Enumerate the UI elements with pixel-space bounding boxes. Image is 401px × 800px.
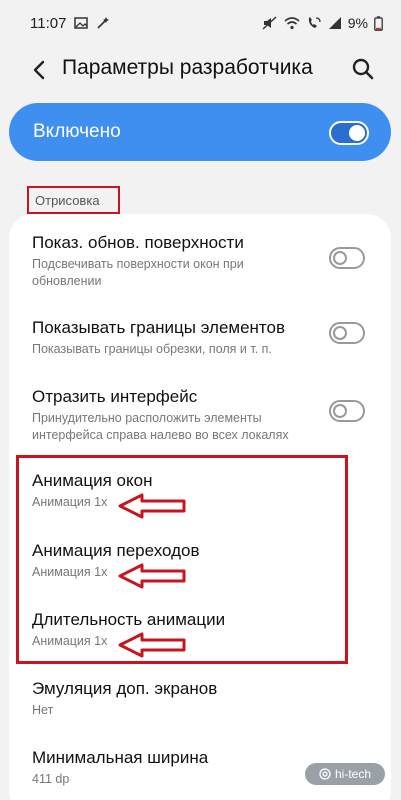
subtitle-line: Принудительно расположить элементы (32, 411, 262, 425)
item-subtitle: Нет (32, 702, 217, 719)
item-title: Отразить интерфейс (32, 387, 198, 406)
toggle-knob (333, 326, 347, 340)
mute-icon (262, 16, 278, 30)
status-right: 9% (262, 15, 383, 31)
list-item-force-rtl[interactable]: Отразить интерфейс Принудительно располо… (32, 386, 289, 444)
annotation-arrow-icon (118, 493, 186, 519)
battery-percent: 9% (347, 15, 368, 31)
list-item-smallest-width[interactable]: Минимальная ширина 411 dp (32, 747, 208, 788)
item-title: Показ. обнов. поверхности (32, 233, 244, 252)
at-icon (319, 768, 331, 780)
list-item-show-surface-updates[interactable]: Показ. обнов. поверхности Подсвечивать п… (32, 232, 244, 290)
subtitle-line: Нет (32, 703, 54, 717)
app-bar: Параметры разработчика (0, 46, 401, 94)
subtitle-line: Показывать границы обрезки, поля и т. п. (32, 342, 272, 356)
item-subtitle: Принудительно расположить элементы интер… (32, 410, 289, 444)
battery-icon (374, 15, 383, 31)
toggle-show-layout-bounds[interactable] (329, 322, 365, 344)
item-subtitle: Подсвечивать поверхности окон при обновл… (32, 256, 244, 290)
subtitle-line: обновлении (32, 274, 102, 288)
item-title: Анимация окон (32, 471, 153, 490)
toggle-knob (333, 251, 347, 265)
developer-options-master-switch[interactable]: Включено (9, 103, 391, 161)
search-icon[interactable] (351, 57, 375, 81)
status-bar: 11:07 9% (0, 0, 401, 46)
toggle-knob (333, 404, 347, 418)
chevron-left-icon[interactable] (28, 58, 52, 82)
master-toggle[interactable] (329, 121, 369, 145)
status-time: 11:07 (30, 14, 67, 32)
wifi-icon (284, 16, 300, 30)
master-switch-label: Включено (33, 121, 121, 142)
watermark-text: hi-tech (334, 767, 372, 781)
toggle-show-surface-updates[interactable] (329, 247, 365, 269)
subtitle-line: интерфейса справа налево во всех локалях (32, 428, 289, 442)
item-title: Показывать границы элементов (32, 318, 286, 337)
subtitle-line: Подсвечивать поверхности окон при (32, 257, 244, 271)
wifi-call-icon (306, 16, 322, 30)
list-item-show-layout-bounds[interactable]: Показывать границы элементов Показывать … (32, 317, 285, 358)
toggle-force-rtl[interactable] (329, 400, 365, 422)
item-subtitle: 411 dp (32, 771, 208, 788)
subtitle-line: 411 dp (32, 772, 70, 786)
signal-icon (328, 16, 342, 30)
item-title: Минимальная ширина (32, 748, 209, 767)
section-header-drawing: Отрисовка (27, 186, 120, 214)
item-title: Длительность анимации (32, 610, 226, 629)
status-left: 11:07 (30, 15, 110, 32)
list-item-simulate-secondary-displays[interactable]: Эмуляция доп. экранов Нет (32, 678, 217, 719)
toggle-knob (349, 125, 365, 141)
gallery-notification-icon (74, 17, 89, 29)
magic-wand-icon (96, 16, 110, 30)
item-subtitle: Показывать границы обрезки, поля и т. п. (32, 341, 285, 358)
annotation-arrow-icon (118, 563, 186, 589)
page-title: Параметры разработчика (62, 56, 313, 79)
section-header-label: Отрисовка (35, 192, 100, 208)
annotation-arrow-icon (118, 632, 186, 658)
item-title: Эмуляция доп. экранов (32, 679, 218, 698)
item-title: Анимация переходов (32, 541, 200, 560)
watermark: hi-tech (305, 763, 385, 785)
